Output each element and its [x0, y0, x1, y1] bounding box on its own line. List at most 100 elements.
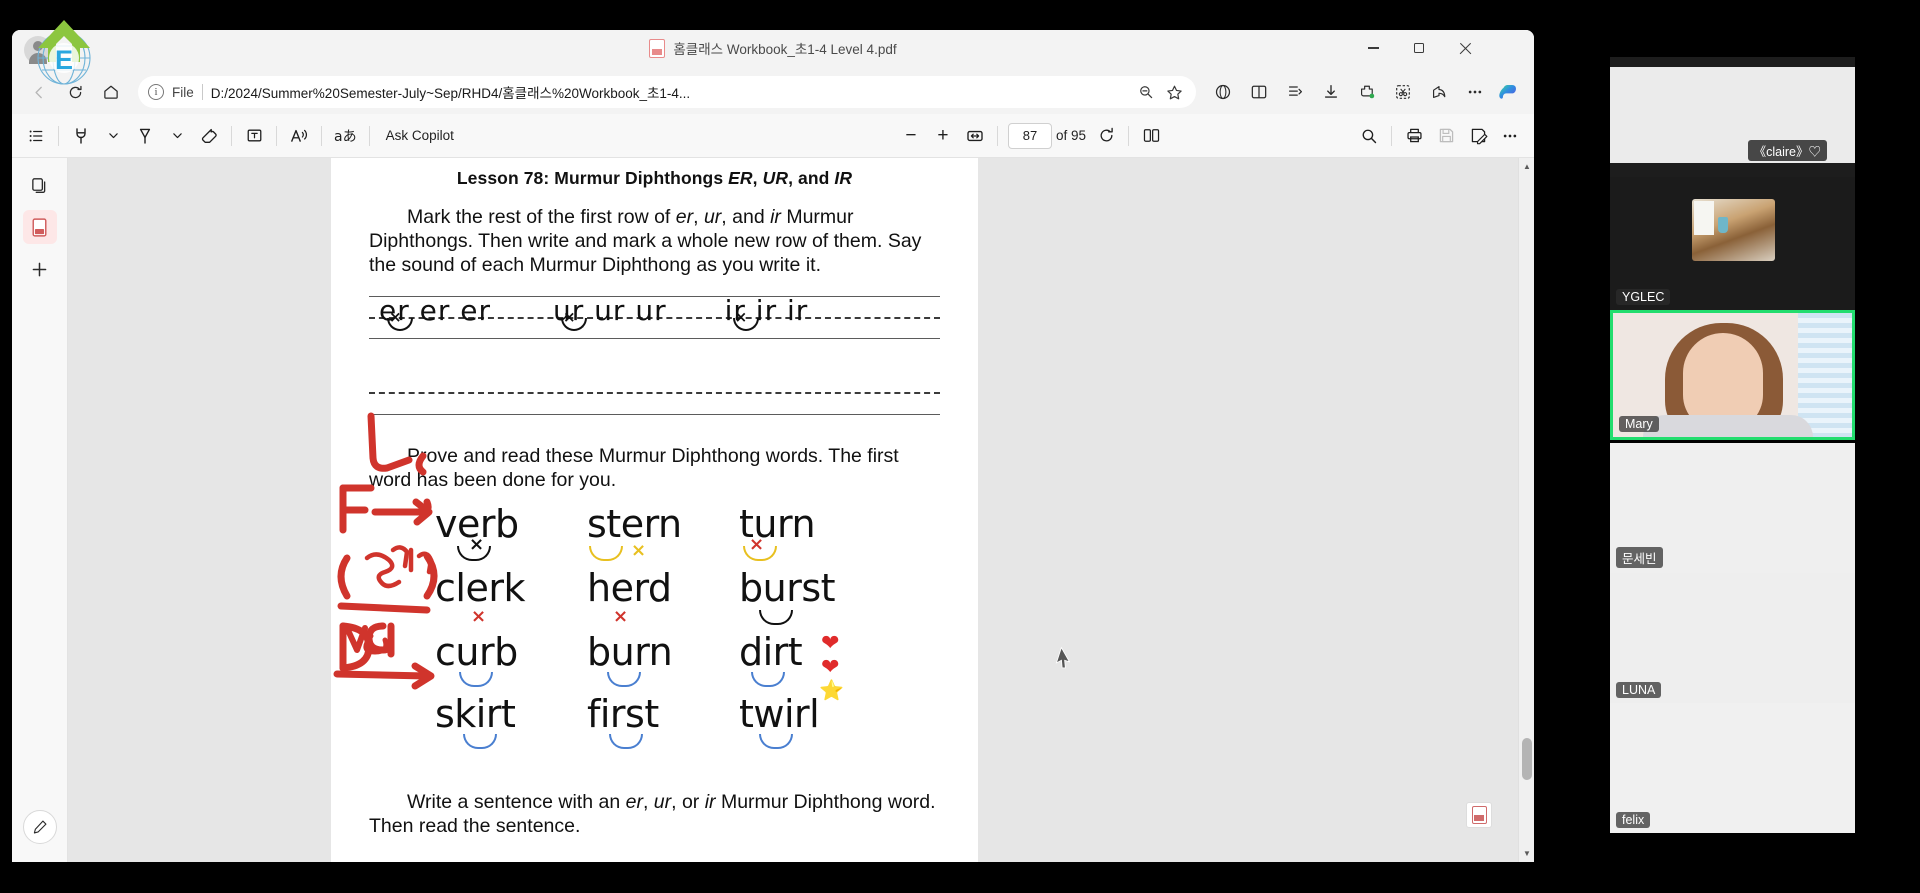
- video-tile[interactable]: YGLEC: [1610, 177, 1855, 310]
- page-number-input[interactable]: 87: [1007, 122, 1052, 149]
- copy-tool-icon[interactable]: [23, 168, 57, 202]
- browser-tab[interactable]: 홈클래스 Workbook_초1-4 Level 4.pdf: [12, 38, 1534, 58]
- save-icon[interactable]: [1430, 120, 1462, 152]
- video-tile[interactable]: LUNA: [1610, 573, 1855, 703]
- pdf-file-icon: [649, 38, 666, 58]
- url-scheme-label: File: [172, 84, 194, 100]
- x-mark-ir: ×: [734, 307, 749, 326]
- organization-logo: E: [37, 20, 91, 85]
- window-close-button[interactable]: [1442, 30, 1488, 66]
- pdf-more-options-icon[interactable]: [1494, 120, 1526, 152]
- toolbar-divider: [1128, 125, 1129, 146]
- page-view-icon[interactable]: [1135, 120, 1167, 152]
- zoom-out-button[interactable]: −: [895, 120, 927, 152]
- word-cell: clerk: [435, 565, 525, 610]
- video-tile[interactable]: felix: [1610, 703, 1855, 833]
- vertical-scrollbar[interactable]: ▲ ▼: [1518, 158, 1534, 862]
- participant-shoulders: [1643, 415, 1813, 437]
- pdf-viewer-toolbar: aあ Ask Copilot − + 87 of 95: [12, 114, 1534, 158]
- add-text-icon[interactable]: [238, 120, 270, 152]
- breve-mark: [743, 545, 777, 561]
- collections-icon[interactable]: [1278, 75, 1312, 109]
- star-sticker: ⭐: [819, 679, 844, 702]
- favorite-star-icon[interactable]: [1162, 80, 1186, 104]
- screenshot-icon[interactable]: [1386, 75, 1420, 109]
- word-cell: skirt: [435, 691, 516, 736]
- instruction-paragraph-3: Write a sentence with an er, ur, or ir M…: [369, 790, 940, 838]
- highlighter-icon[interactable]: [65, 120, 97, 152]
- ask-copilot-button[interactable]: Ask Copilot: [376, 120, 464, 152]
- video-tile[interactable]: 《claire》♡: [1610, 57, 1855, 177]
- read-aloud-icon[interactable]: [283, 120, 315, 152]
- word-cell: burst: [739, 565, 836, 610]
- pdf-document-icon[interactable]: [22, 210, 57, 244]
- heart-sticker: ❤: [821, 629, 840, 655]
- minimize-icon: [1367, 47, 1379, 49]
- window-minimize-button[interactable]: [1350, 30, 1396, 66]
- toolbar-divider: [321, 125, 322, 146]
- participant-name-label: 문세빈: [1616, 547, 1663, 568]
- tab-title-label: 홈클래스 Workbook_초1-4 Level 4.pdf: [673, 42, 897, 57]
- practice-group-ir: ir ir ir ×: [725, 294, 809, 331]
- rotate-icon[interactable]: [1090, 120, 1122, 152]
- scroll-up-arrow[interactable]: ▲: [1519, 158, 1534, 175]
- participant-hair: [1665, 323, 1783, 437]
- zoom-in-button[interactable]: +: [927, 120, 959, 152]
- video-tile[interactable]: 문세빈: [1610, 443, 1855, 573]
- close-icon: [1459, 42, 1472, 55]
- handwriting-practice-row-2: [369, 376, 940, 422]
- save-as-icon[interactable]: [1462, 120, 1494, 152]
- breve-mark: [609, 733, 643, 749]
- lesson-title-comma: ,: [752, 168, 763, 188]
- scrollbar-thumb[interactable]: [1522, 738, 1532, 780]
- participant-face: [1683, 333, 1763, 431]
- x-mark-er: ×: [389, 307, 403, 326]
- mouse-cursor: [1055, 646, 1071, 669]
- scroll-down-arrow[interactable]: ▼: [1519, 845, 1534, 862]
- toolbar-divider: [996, 125, 998, 146]
- video-letterbox-top: [1610, 57, 1855, 67]
- breve-mark: [463, 733, 497, 749]
- participant-name-label: YGLEC: [1616, 289, 1671, 305]
- toolbar-divider: [1391, 125, 1392, 146]
- word-cell: first: [587, 691, 659, 736]
- downloads-icon[interactable]: [1314, 75, 1348, 109]
- breve-mark: [607, 671, 641, 687]
- url-input[interactable]: D:/2024/Summer%20Semester-July~Sep/RHD4/…: [211, 82, 1126, 102]
- translate-icon[interactable]: aあ: [328, 120, 363, 152]
- pdf-page-area[interactable]: Lesson 78: Murmur Diphthongs ER, UR, and…: [68, 158, 1534, 862]
- address-bar[interactable]: i File D:/2024/Summer%20Semester-July~Se…: [138, 76, 1196, 108]
- vase-object: [1718, 217, 1728, 233]
- eraser-icon[interactable]: [193, 120, 225, 152]
- edit-pen-button[interactable]: [23, 810, 57, 844]
- site-info-icon[interactable]: i: [148, 84, 164, 100]
- print-icon[interactable]: [1398, 120, 1430, 152]
- video-tile-active-speaker[interactable]: Mary: [1610, 310, 1855, 440]
- pdf-viewer-body: Lesson 78: Murmur Diphthongs ER, UR, and…: [12, 158, 1534, 862]
- share-icon[interactable]: [1422, 75, 1456, 109]
- search-icon[interactable]: [1353, 120, 1385, 152]
- handwriting-practice-row-1: er er er × ur ur ur × ir ir ir ×: [369, 294, 940, 370]
- practice-line-baseline: [369, 337, 940, 339]
- pen-chevron-down-icon[interactable]: [161, 120, 193, 152]
- pdf-page: Lesson 78: Murmur Diphthongs ER, UR, and…: [331, 158, 978, 862]
- word-cell: stern: [587, 501, 682, 546]
- browser-title-bar: 홈클래스 Workbook_초1-4 Level 4.pdf: [12, 30, 1534, 70]
- window-maximize-button[interactable]: [1396, 30, 1442, 66]
- settings-more-icon[interactable]: [1458, 75, 1492, 109]
- zoom-out-magnifier-icon[interactable]: [1134, 80, 1158, 104]
- copilot-icon[interactable]: [1494, 77, 1524, 107]
- table-of-contents-icon[interactable]: [20, 120, 52, 152]
- highlighter-chevron-down-icon[interactable]: [97, 120, 129, 152]
- instruction-paragraph-2: Prove and read these Murmur Diphthong wo…: [369, 444, 899, 491]
- browser-window: 홈클래스 Workbook_초1-4 Level 4.pdf i File D:…: [12, 30, 1534, 862]
- add-new-icon[interactable]: [23, 252, 57, 286]
- extensions-icon[interactable]: [1350, 75, 1384, 109]
- browser-essentials-icon[interactable]: [1206, 75, 1240, 109]
- word-cell: twirl: [739, 691, 820, 736]
- pen-icon[interactable]: [129, 120, 161, 152]
- participant-name-label: Mary: [1619, 416, 1659, 432]
- split-screen-icon[interactable]: [1242, 75, 1276, 109]
- fit-to-width-icon[interactable]: [959, 120, 991, 152]
- lesson-title-prefix: Lesson 78: Murmur Diphthongs: [456, 168, 729, 188]
